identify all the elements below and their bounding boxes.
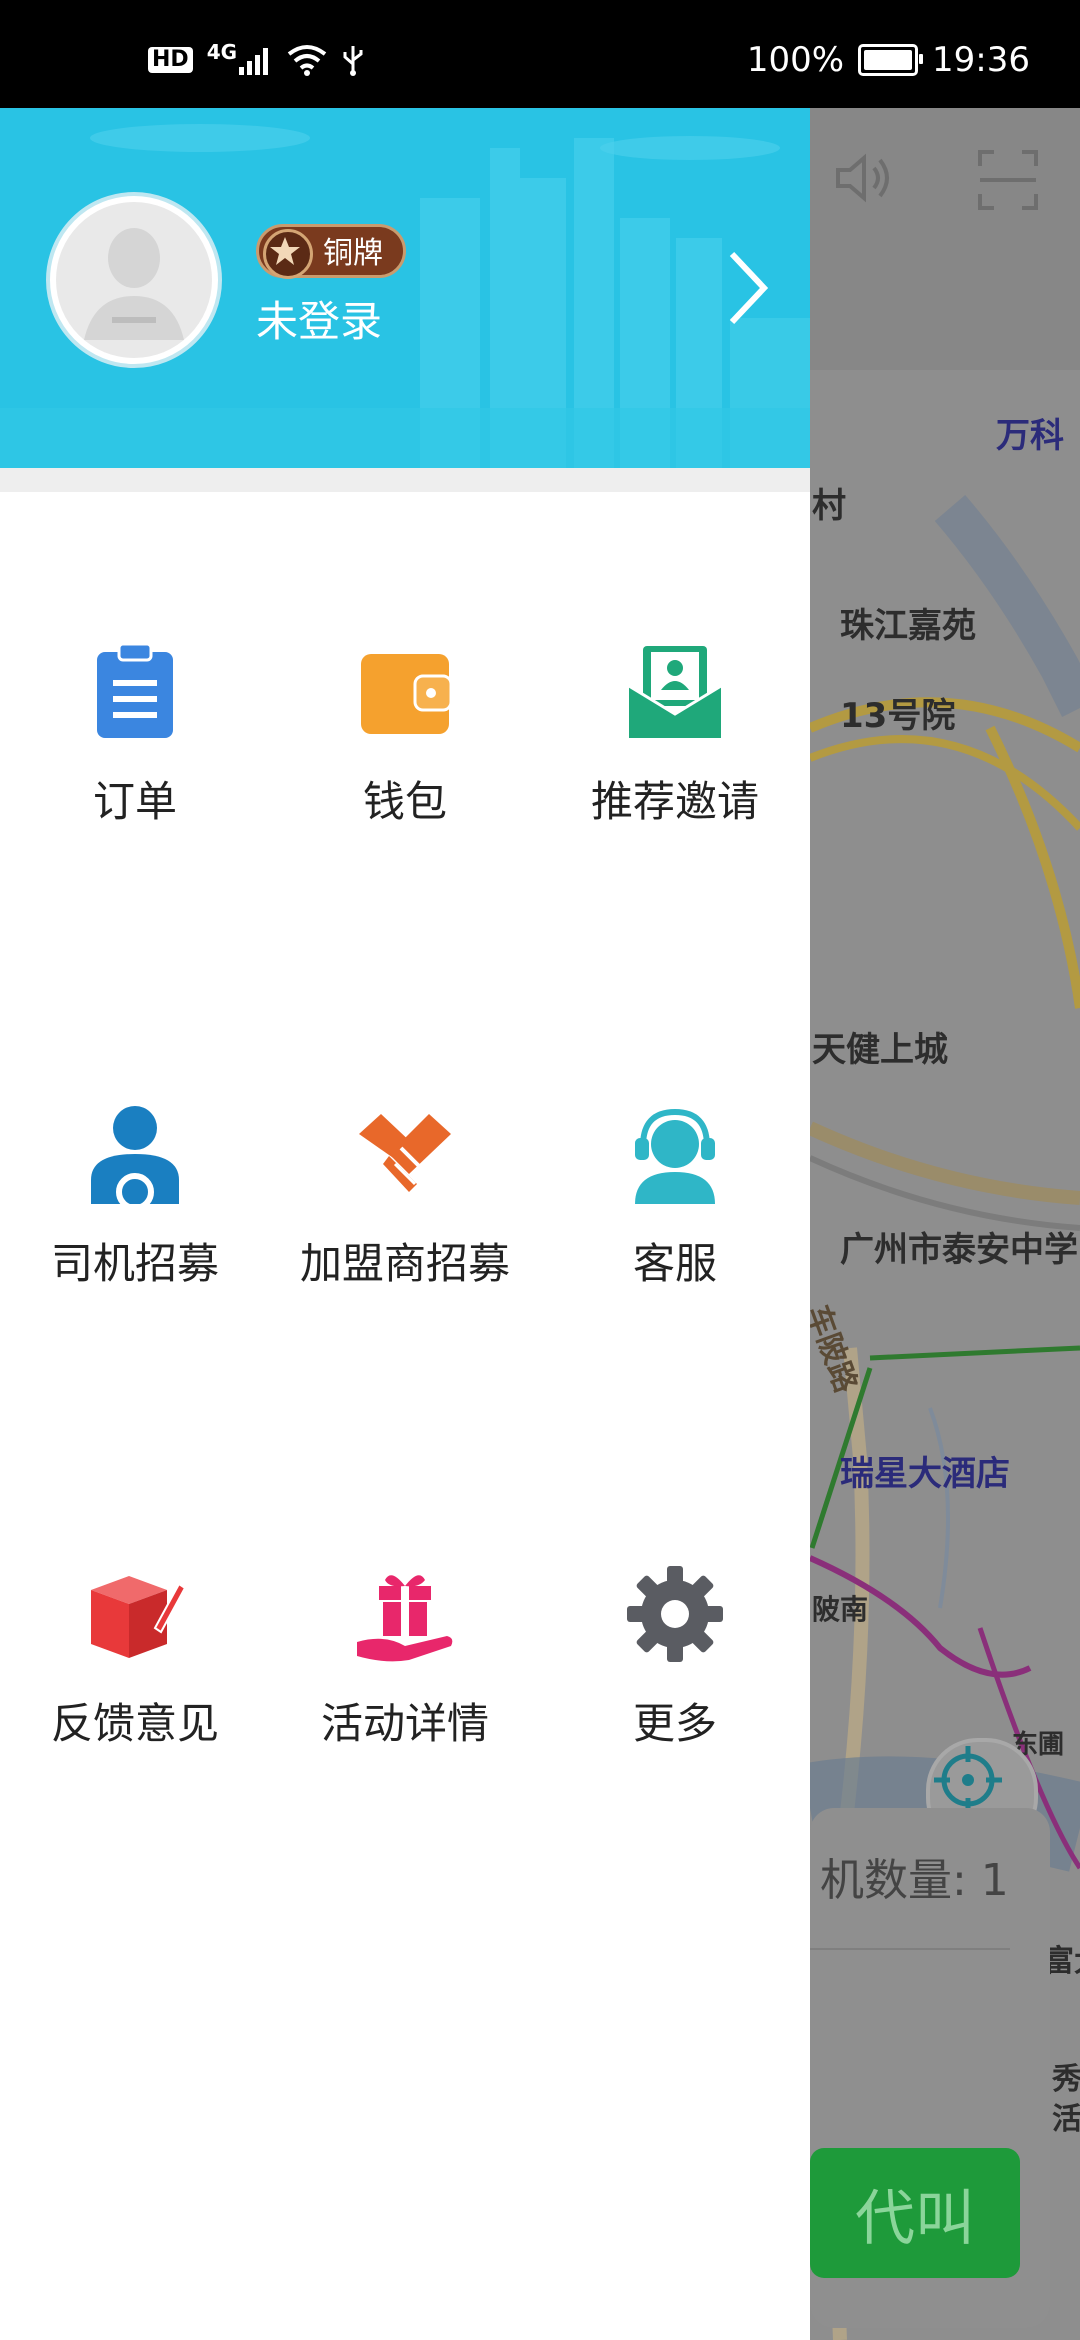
usb-icon bbox=[343, 46, 363, 76]
menu-item-label: 钱包 bbox=[362, 777, 447, 826]
rank-label: 铜牌 bbox=[323, 236, 383, 271]
map-label: 珠江嘉苑 bbox=[840, 606, 976, 646]
wallet-icon bbox=[361, 654, 453, 734]
call-button[interactable]: 代叫 bbox=[810, 2148, 1020, 2278]
menu-item-customer-service[interactable]: 客服 bbox=[540, 1104, 810, 1291]
menu-item-feedback[interactable]: 反馈意见 bbox=[0, 1564, 270, 1751]
battery-icon bbox=[858, 44, 924, 76]
map-label: 陂南 bbox=[812, 1593, 869, 1626]
volume-icon[interactable] bbox=[832, 148, 896, 208]
menu-item-franchise-recruitment[interactable]: 加盟商招募 bbox=[270, 1104, 540, 1291]
handshake-icon bbox=[359, 1114, 451, 1192]
menu-item-orders[interactable]: 订单 bbox=[0, 642, 270, 829]
status-bar: HD 4G 100% 19:36 bbox=[0, 0, 1080, 108]
invite-envelope-icon bbox=[628, 646, 722, 738]
map-label: 13号院 bbox=[840, 696, 956, 736]
menu-item-label: 客服 bbox=[632, 1239, 717, 1288]
menu-item-label: 司机招募 bbox=[50, 1239, 219, 1288]
clock: 19:36 bbox=[932, 40, 1030, 80]
driver-icon bbox=[91, 1106, 179, 1204]
user-avatar-icon bbox=[56, 202, 212, 358]
avatar[interactable] bbox=[46, 192, 222, 368]
hd-indicator: HD bbox=[148, 47, 193, 73]
menu-item-label: 订单 bbox=[92, 777, 177, 826]
map-label: 天健上城 bbox=[812, 1030, 948, 1070]
menu-item-label: 反馈意见 bbox=[50, 1699, 219, 1748]
gear-icon bbox=[627, 1566, 723, 1662]
menu-item-label: 加盟商招募 bbox=[299, 1239, 510, 1288]
login-status[interactable]: 未登录 bbox=[256, 288, 382, 349]
status-icons-right: 100% 19:36 bbox=[747, 40, 1030, 80]
side-drawer: 铜牌 未登录 订单 钱包 推荐邀请 司机招募 加盟商招募 客服 反馈意见 活动详… bbox=[0, 108, 810, 2340]
battery-percent: 100% bbox=[746, 40, 845, 80]
star-icon bbox=[263, 229, 313, 279]
map-label: 活 bbox=[1052, 2102, 1080, 2137]
map-label: 广州市泰安中学 bbox=[840, 1230, 1078, 1270]
menu-item-activities[interactable]: 活动详情 bbox=[270, 1564, 540, 1751]
rank-badge: 铜牌 bbox=[256, 224, 406, 279]
driver-count: 机数量: 1 bbox=[820, 1855, 1009, 1906]
map-top-toolbar bbox=[810, 108, 1080, 370]
map-label: 村 bbox=[812, 486, 846, 526]
network-type: 4G bbox=[206, 40, 238, 64]
menu-item-label: 活动详情 bbox=[320, 1699, 489, 1748]
headset-icon bbox=[635, 1108, 715, 1204]
clipboard-icon bbox=[97, 642, 173, 738]
chevron-right-icon[interactable] bbox=[726, 248, 770, 328]
panel-divider bbox=[810, 1948, 1010, 1950]
gift-icon bbox=[357, 1575, 453, 1662]
wifi-icon bbox=[287, 45, 327, 76]
menu-item-label: 更多 bbox=[632, 1699, 717, 1748]
header-divider bbox=[0, 468, 810, 492]
map-label: 万科 bbox=[996, 416, 1064, 456]
menu-item-label: 推荐邀请 bbox=[590, 777, 759, 826]
map-label: 秀 bbox=[1052, 2062, 1080, 2097]
menu-item-driver-recruitment[interactable]: 司机招募 bbox=[0, 1104, 270, 1291]
menu-item-wallet[interactable]: 钱包 bbox=[270, 642, 540, 829]
crosshair-icon bbox=[934, 1746, 1002, 1814]
menu-item-invite[interactable]: 推荐邀请 bbox=[540, 642, 810, 829]
drawer-header[interactable]: 铜牌 未登录 bbox=[0, 108, 810, 468]
feedback-box-icon bbox=[91, 1576, 185, 1658]
scan-icon[interactable] bbox=[976, 148, 1040, 212]
signal-icon bbox=[239, 48, 269, 75]
menu-item-more[interactable]: 更多 bbox=[540, 1564, 810, 1751]
status-icons-left: HD 4G bbox=[148, 40, 365, 76]
map-label: 瑞星大酒店 bbox=[840, 1454, 1010, 1494]
